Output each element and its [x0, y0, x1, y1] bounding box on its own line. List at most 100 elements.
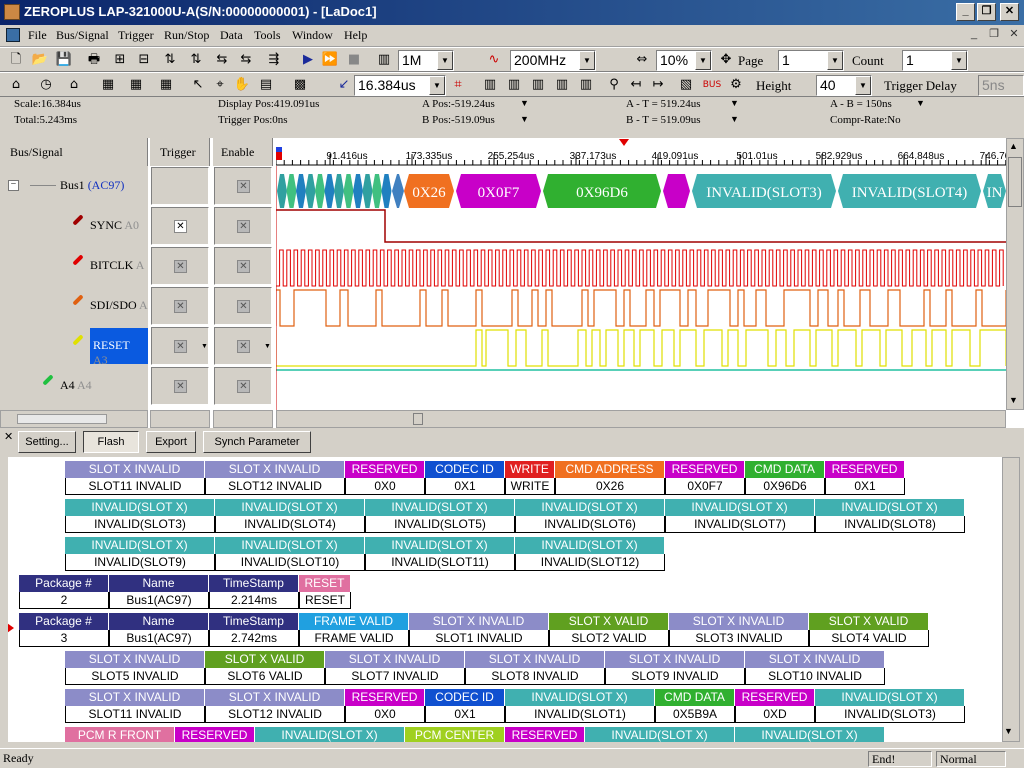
page-select[interactable]: 1 ▼: [778, 50, 844, 71]
bar-icon-3[interactable]: ▥: [528, 75, 548, 95]
chevron-down-icon[interactable]: ▼: [429, 76, 445, 95]
time-select[interactable]: 16.384us ▼: [354, 75, 446, 96]
sample-rate-select[interactable]: 200MHz ▼: [510, 50, 596, 71]
enable-cell[interactable]: ✕: [214, 247, 272, 285]
flash-button[interactable]: Flash: [83, 431, 139, 453]
bar-icon-4[interactable]: ▥: [552, 75, 572, 95]
channel-icon-3[interactable]: ⇆: [212, 50, 232, 70]
signal-row[interactable]: SYNC A0: [0, 206, 148, 246]
setting-button[interactable]: Setting...: [18, 431, 76, 453]
menu-data[interactable]: Data: [220, 28, 243, 43]
bus-icon[interactable]: BUS: [702, 75, 722, 95]
menu-tools[interactable]: Tools: [254, 28, 281, 43]
chevron-down-icon[interactable]: ▼: [827, 51, 843, 70]
cursor-jump-icon[interactable]: ↙: [334, 75, 354, 95]
signal-hscrollbar[interactable]: [0, 410, 148, 428]
chart-icon[interactable]: ▧: [676, 75, 696, 95]
print-icon[interactable]: 🖶: [84, 50, 104, 70]
settings-icon[interactable]: ⚙: [726, 75, 746, 95]
new-icon[interactable]: 🗋: [6, 50, 26, 70]
synch-parameter-button[interactable]: Synch Parameter: [203, 431, 311, 453]
signal-row[interactable]: SDI/SDO A: [0, 286, 148, 326]
scroll-thumb[interactable]: [1008, 157, 1022, 207]
collapse-icon[interactable]: −: [8, 180, 19, 191]
bar-icon-5[interactable]: ▥: [576, 75, 596, 95]
height-select[interactable]: 40 ▼: [816, 75, 872, 96]
trigger-cell[interactable]: ✕: [151, 367, 209, 405]
enable-cell[interactable]: ✕: [214, 207, 272, 245]
scroll-thumb[interactable]: [413, 413, 423, 425]
mdi-minimize-icon[interactable]: _: [966, 28, 982, 42]
grid-icon-3[interactable]: ▦: [156, 75, 176, 95]
chevron-down-icon[interactable]: ▼: [520, 98, 529, 108]
chevron-down-icon[interactable]: ▼: [579, 51, 595, 70]
menu-window[interactable]: Window: [292, 28, 333, 43]
select-icon[interactable]: ⌖: [210, 75, 230, 95]
trigger-cell[interactable]: [151, 167, 209, 205]
trigger-config-icon[interactable]: ⊟: [134, 50, 154, 70]
trigger-cell[interactable]: ✕: [151, 287, 209, 325]
grid-select-icon[interactable]: ▩: [290, 75, 310, 95]
menu-help[interactable]: Help: [344, 28, 367, 43]
minimize-button[interactable]: _: [956, 3, 975, 21]
run-repeat-icon[interactable]: ⏩: [320, 50, 340, 70]
channel-icon-1[interactable]: ⇅: [160, 50, 180, 70]
chevron-down-icon[interactable]: ▼: [730, 98, 739, 108]
waveform-area[interactable]: 91.416us 173.335us 255.254us 337.173us 419.0…: [275, 138, 1024, 410]
scroll-up-icon[interactable]: ▲: [1009, 141, 1018, 151]
menu-trigger[interactable]: Trigger: [118, 28, 154, 43]
waveform-canvas[interactable]: 91.416us 173.335us 255.254us 337.173us 419.0…: [275, 138, 1024, 410]
chevron-down-icon[interactable]: ▼: [520, 114, 529, 124]
mdi-restore-icon[interactable]: ❐: [986, 28, 1002, 42]
search-next-icon[interactable]: ↦: [648, 75, 668, 95]
chevron-down-icon[interactable]: ▼: [695, 51, 711, 70]
enable-cell[interactable]: ✕: [214, 167, 272, 205]
signal-row[interactable]: RESET A3: [0, 326, 148, 367]
binoculars-icon[interactable]: ⚲: [604, 75, 624, 95]
grid-icon-2[interactable]: ▦: [126, 75, 146, 95]
scroll-down-icon[interactable]: ▼: [1004, 726, 1013, 736]
scroll-down-icon[interactable]: ▼: [1009, 395, 1018, 405]
trigger-hscrollbar[interactable]: [150, 410, 210, 428]
search-prev-icon[interactable]: ↤: [626, 75, 646, 95]
chevron-down-icon[interactable]: ▼: [730, 114, 739, 124]
enable-cell[interactable]: ✕: [214, 367, 272, 405]
trigger-cell[interactable]: ✕ ▼: [151, 327, 209, 365]
menu-bus-signal[interactable]: Bus/Signal: [56, 28, 109, 43]
home-icon[interactable]: ⌂: [6, 75, 26, 95]
vertical-scrollbar[interactable]: ▲ ▼: [1006, 138, 1024, 410]
run-icon[interactable]: ▶: [298, 50, 318, 70]
bus-config-icon[interactable]: ⊞: [110, 50, 130, 70]
channel-icon-4[interactable]: ⇆: [236, 50, 256, 70]
measure-icon[interactable]: ▤: [256, 75, 276, 95]
save-icon[interactable]: 💾: [54, 50, 74, 70]
sample-depth-select[interactable]: 1M ▼: [398, 50, 454, 71]
stop-icon[interactable]: ■: [344, 50, 364, 70]
close-button[interactable]: ✕: [1000, 3, 1019, 21]
signal-row[interactable]: A4 A4: [0, 366, 148, 406]
chevron-down-icon[interactable]: ▼: [264, 342, 271, 350]
menu-run-stop[interactable]: Run/Stop: [164, 28, 209, 43]
export-button[interactable]: Export: [146, 431, 196, 453]
enable-hscrollbar[interactable]: [213, 410, 273, 428]
bar-icon-2[interactable]: ▥: [504, 75, 524, 95]
hand-icon[interactable]: ✋: [232, 75, 252, 95]
enable-cell[interactable]: ✕ ▼: [214, 327, 272, 365]
close-icon[interactable]: ✕: [4, 430, 13, 443]
clock-icon[interactable]: ◷: [36, 75, 56, 95]
chevron-down-icon[interactable]: ▼: [201, 342, 208, 350]
trigger-delay-field[interactable]: 5ns: [978, 75, 1024, 96]
trigger-cell[interactable]: ✕: [151, 247, 209, 285]
count-select[interactable]: 1 ▼: [902, 50, 968, 71]
home-cursor-icon[interactable]: ⌂: [64, 75, 84, 95]
channel-icon-2[interactable]: ⇅: [186, 50, 206, 70]
chevron-down-icon[interactable]: ▼: [855, 76, 871, 95]
doc-icon[interactable]: [6, 28, 20, 42]
open-icon[interactable]: 📂: [30, 50, 50, 70]
trigger-cursor-icon[interactable]: ⌗: [448, 75, 468, 95]
chevron-down-icon[interactable]: ▼: [916, 98, 925, 108]
chevron-down-icon[interactable]: ▼: [951, 51, 967, 70]
chevron-down-icon[interactable]: ▼: [437, 51, 453, 70]
bus-row[interactable]: − Bus1 (AC97): [0, 166, 148, 206]
trigger-cell[interactable]: ✕: [151, 207, 209, 245]
